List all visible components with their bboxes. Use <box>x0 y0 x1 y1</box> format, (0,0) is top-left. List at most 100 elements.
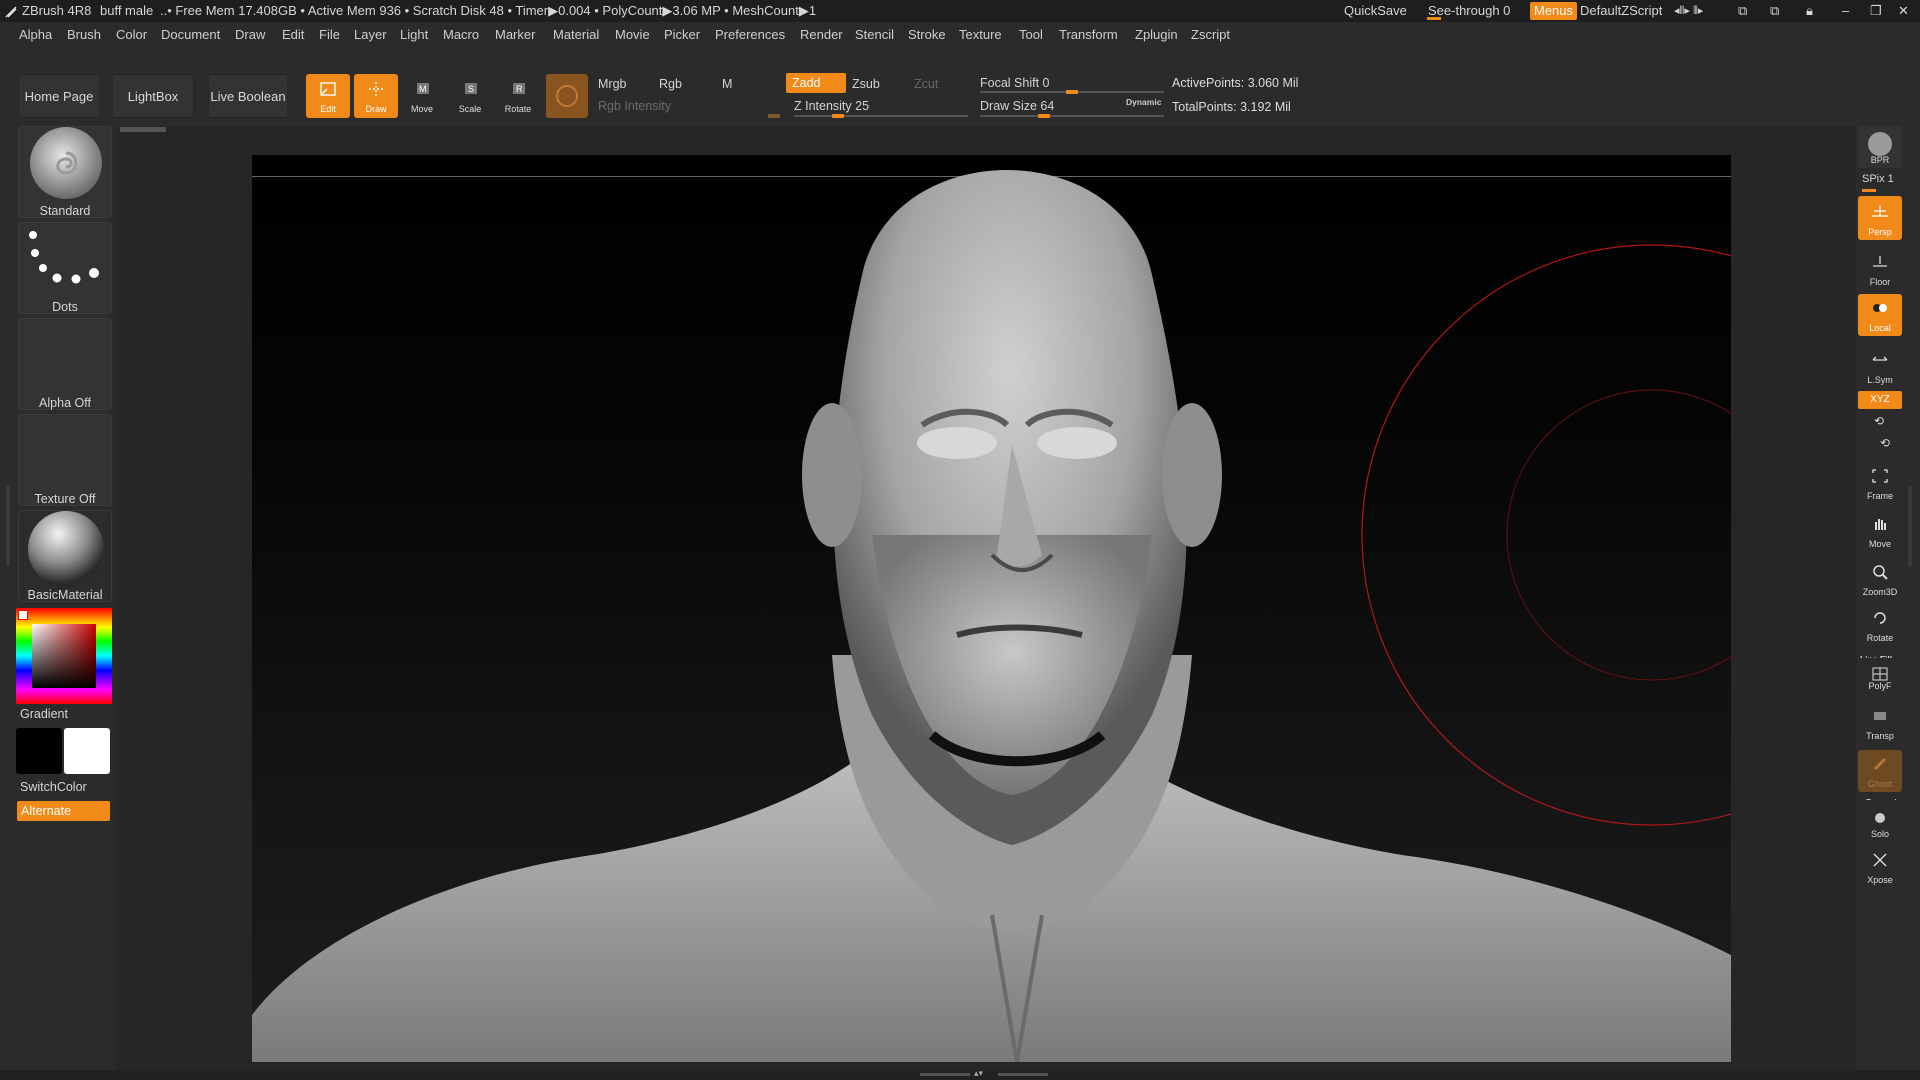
z-intensity-knob[interactable] <box>831 114 844 118</box>
menu-edit[interactable]: Edit <box>282 22 304 48</box>
bottom-tray-handle-right[interactable] <box>998 1073 1048 1076</box>
draw-tool-button[interactable]: Draw <box>354 74 398 118</box>
bottom-tray-arrows-icon[interactable]: ▴▾ <box>974 1068 983 1079</box>
rotate-tool-label: Rotate <box>504 104 532 114</box>
quicksave-button[interactable]: QuickSave <box>1344 0 1407 22</box>
menus-button[interactable]: Menus <box>1530 2 1578 20</box>
bpr-button[interactable]: BPR <box>1858 126 1902 168</box>
menu-draw[interactable]: Draw <box>235 22 265 48</box>
ghost-button[interactable]: Ghost <box>1858 750 1902 792</box>
menu-zplugin[interactable]: Zplugin <box>1135 22 1178 48</box>
see-through-knob[interactable] <box>1427 17 1441 20</box>
layout-arrows-icon[interactable]: ◂⦀▸ ⦀▸ <box>1674 0 1703 22</box>
menu-material[interactable]: Material <box>553 22 599 48</box>
layout-swap-icon[interactable]: ⧉ <box>1770 0 1779 22</box>
menu-marker[interactable]: Marker <box>495 22 535 48</box>
menu-stencil[interactable]: Stencil <box>855 22 894 48</box>
move-tool-button[interactable]: M Move <box>400 74 444 118</box>
brush-thumbnail[interactable]: Standard <box>18 126 112 218</box>
menu-color[interactable]: Color <box>116 22 147 48</box>
draw-size-slider[interactable]: Draw Size 64 <box>974 96 1124 116</box>
zsub-button[interactable]: Zsub <box>846 74 906 94</box>
menu-file[interactable]: File <box>319 22 340 48</box>
menu-brush[interactable]: Brush <box>67 22 101 48</box>
lsym-button[interactable]: L.Sym <box>1858 346 1902 388</box>
home-page-button[interactable]: Home Page <box>18 74 100 118</box>
layout-switch-icon[interactable]: ⧉ <box>1738 0 1747 22</box>
switch-color-button[interactable]: SwitchColor <box>20 780 87 794</box>
alternate-button[interactable]: Alternate <box>17 801 110 821</box>
menu-light[interactable]: Light <box>400 22 428 48</box>
alpha-thumbnail[interactable]: Alpha Off <box>18 318 112 410</box>
color-picker[interactable] <box>16 608 112 704</box>
bottom-tray-handle-left[interactable] <box>920 1073 970 1076</box>
frame-button[interactable]: Frame <box>1858 462 1902 504</box>
rotate-view-button[interactable]: Rotate <box>1858 604 1902 646</box>
mrgb-button[interactable]: Mrgb <box>592 74 652 94</box>
draw-size-track[interactable] <box>980 115 1164 117</box>
primary-color-swatch[interactable] <box>16 728 62 774</box>
xpose-button[interactable]: Xpose <box>1858 846 1902 888</box>
transp-button[interactable]: Transp <box>1858 702 1902 744</box>
menu-alpha[interactable]: Alpha <box>19 22 52 48</box>
menu-document[interactable]: Document <box>161 22 220 48</box>
floor-button[interactable]: Floor <box>1858 248 1902 290</box>
z-intensity-slider[interactable]: Z Intensity 25 <box>788 96 968 116</box>
rotate-tool-button[interactable]: R Rotate <box>496 74 540 118</box>
focal-shift-knob[interactable] <box>1066 90 1078 94</box>
material-swatch-button[interactable] <box>546 74 588 118</box>
m-button[interactable]: M <box>716 74 776 94</box>
solo-button[interactable]: Solo <box>1858 800 1902 842</box>
color-saturation-square[interactable] <box>32 624 96 688</box>
z-intensity-track[interactable] <box>794 115 968 117</box>
menu-transform[interactable]: Transform <box>1059 22 1118 48</box>
sculpt-model[interactable] <box>252 155 1731 1062</box>
stroke-thumbnail[interactable]: Dots <box>18 222 112 314</box>
live-boolean-button[interactable]: Live Boolean <box>208 74 288 118</box>
rgb-intensity-slider[interactable]: Rgb Intensity <box>592 96 782 116</box>
menu-movie[interactable]: Movie <box>615 22 650 48</box>
menu-stroke[interactable]: Stroke <box>908 22 946 48</box>
texture-name: Texture Off <box>34 492 96 506</box>
menu-zscript[interactable]: Zscript <box>1191 22 1230 48</box>
zcut-button[interactable]: Zcut <box>908 74 968 94</box>
menu-layer[interactable]: Layer <box>354 22 387 48</box>
texture-thumbnail[interactable]: Texture Off <box>18 414 112 506</box>
dynamic-toggle[interactable]: Dynamic <box>1126 97 1161 107</box>
local-button[interactable]: Local <box>1858 294 1902 336</box>
lock-icon[interactable]: 🔒︎ <box>1806 0 1813 22</box>
zadd-button[interactable]: Zadd <box>786 73 846 93</box>
left-tray-handle[interactable] <box>6 486 10 566</box>
menu-preferences[interactable]: Preferences <box>715 22 785 48</box>
right-tray-handle[interactable] <box>1908 486 1912 566</box>
gradient-label[interactable]: Gradient <box>20 707 68 721</box>
spix-slider[interactable]: SPix 1 <box>1862 173 1894 185</box>
move-view-button[interactable]: Move <box>1858 510 1902 552</box>
rgb-intensity-knob[interactable] <box>768 114 780 118</box>
draw-size-knob[interactable] <box>1037 114 1050 118</box>
secondary-color-swatch[interactable] <box>64 728 110 774</box>
persp-button[interactable]: Persp <box>1858 196 1902 240</box>
lightbox-button[interactable]: LightBox <box>112 74 194 118</box>
edit-tool-button[interactable]: Edit <box>306 74 350 118</box>
menu-render[interactable]: Render <box>800 22 843 48</box>
spix-knob[interactable] <box>1862 189 1876 192</box>
menu-picker[interactable]: Picker <box>664 22 700 48</box>
zoom3d-button[interactable]: Zoom3D <box>1858 558 1902 600</box>
default-zscript-button[interactable]: DefaultZScript <box>1580 0 1662 22</box>
menu-macro[interactable]: Macro <box>443 22 479 48</box>
xyz-button[interactable]: XYZ <box>1858 391 1902 409</box>
rotate-axis-z-icon[interactable]: ⟲ <box>1880 436 1890 450</box>
material-thumbnail[interactable]: BasicMaterial <box>18 510 112 602</box>
maximize-icon[interactable]: ❐ <box>1870 0 1882 22</box>
menu-texture[interactable]: Texture <box>959 22 1002 48</box>
canvas-scroll-handle[interactable] <box>120 127 166 132</box>
minimize-icon[interactable]: – <box>1842 0 1849 22</box>
scale-tool-button[interactable]: S Scale <box>448 74 492 118</box>
document-viewport[interactable] <box>252 155 1731 1062</box>
menu-tool[interactable]: Tool <box>1019 22 1043 48</box>
polyf-button[interactable]: PolyF <box>1858 658 1902 694</box>
rotate-axis-y-icon[interactable]: ⟲ <box>1874 414 1884 428</box>
rgb-button[interactable]: Rgb <box>653 74 713 94</box>
close-icon[interactable]: ✕ <box>1898 0 1909 22</box>
